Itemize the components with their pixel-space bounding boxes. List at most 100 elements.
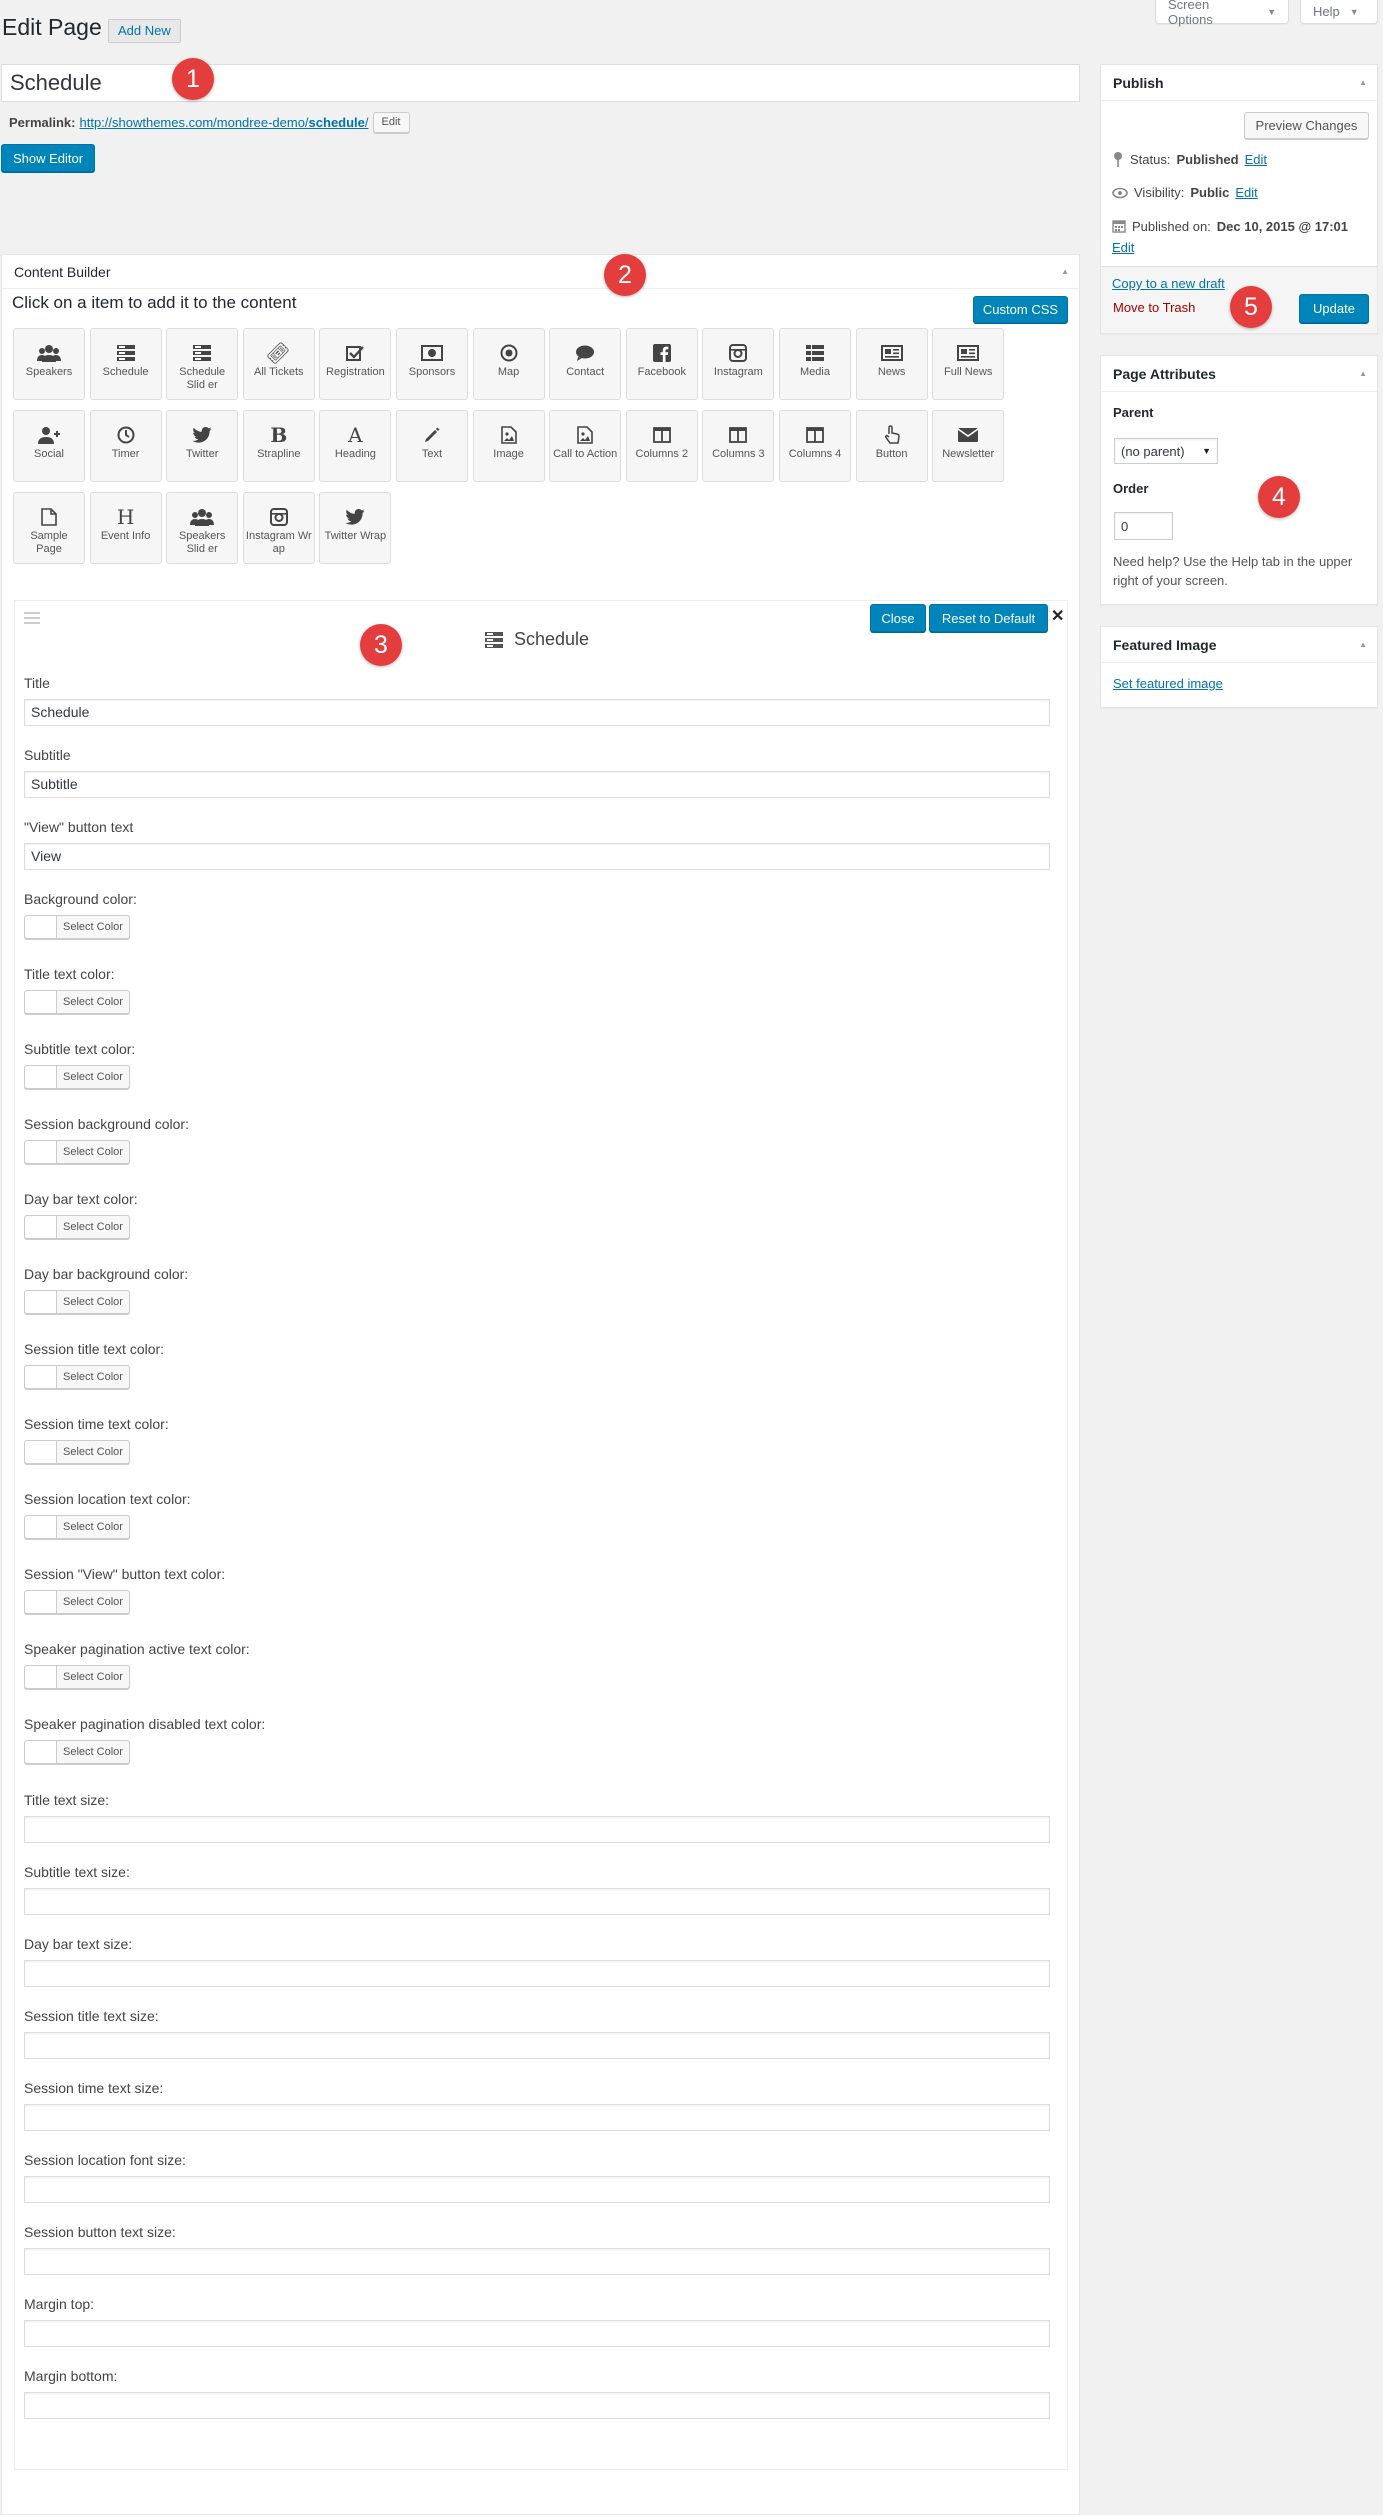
select-color-button[interactable]: Select Color [24, 1515, 130, 1539]
select-color-button[interactable]: Select Color [24, 990, 130, 1014]
size-field-input[interactable] [24, 2248, 1050, 2275]
select-color-button[interactable]: Select Color [24, 1065, 130, 1089]
users-icon [190, 507, 215, 527]
color-field-label: Speaker pagination active text color: [24, 1641, 250, 1657]
builder-item-full-news[interactable]: Full News [932, 328, 1005, 400]
remove-element-icon[interactable]: ✕ [1051, 606, 1064, 626]
select-color-button[interactable]: Select Color [24, 1440, 130, 1464]
published-edit-link[interactable]: Edit [1112, 240, 1134, 255]
text-field-input[interactable]: Schedule [24, 699, 1050, 726]
collapse-arrow-icon[interactable]: ▲ [1359, 640, 1367, 649]
builder-item-speakers[interactable]: Speakers [13, 328, 85, 400]
builder-item-contact[interactable]: Contact [549, 328, 622, 400]
size-field-label: Margin top: [24, 2296, 95, 2312]
reset-default-button[interactable]: Reset to Default [929, 604, 1048, 632]
copy-draft-link[interactable]: Copy to a new draft [1112, 276, 1225, 291]
text-field-input[interactable]: View [24, 843, 1050, 870]
permalink-url[interactable]: http://showthemes.com/mondree-demo/sched… [79, 115, 368, 130]
size-field-input[interactable] [24, 2032, 1050, 2059]
builder-item-twitter[interactable]: Twitter [166, 410, 239, 482]
drag-handle-icon[interactable] [24, 612, 40, 624]
publish-header[interactable]: Publish ▲ [1101, 65, 1377, 101]
select-color-button[interactable]: Select Color [24, 1215, 130, 1239]
size-field-input[interactable] [24, 1816, 1050, 1843]
builder-item-all-tickets[interactable]: 🎟 All Tickets [242, 328, 315, 400]
collapse-arrow-icon[interactable]: ▲ [1359, 78, 1367, 87]
close-panel-button[interactable]: Close [870, 604, 926, 632]
post-title-input[interactable]: Schedule [1, 64, 1080, 102]
select-color-button[interactable]: Select Color [24, 915, 130, 939]
clock-icon [117, 425, 135, 445]
builder-item-label: Columns 4 [788, 448, 842, 460]
size-field-input[interactable] [24, 1960, 1050, 1987]
target-icon [500, 343, 518, 363]
order-input[interactable]: 0 [1114, 512, 1173, 540]
screen-options-button[interactable]: Screen Options ▼ [1155, 0, 1289, 27]
size-field-input[interactable] [24, 2392, 1050, 2419]
permalink-edit-button[interactable]: Edit [372, 112, 410, 133]
add-new-button[interactable]: Add New [108, 19, 181, 43]
builder-item-columns-3[interactable]: Columns 3 [702, 410, 775, 482]
builder-item-text[interactable]: Text [396, 410, 468, 482]
builder-item-map[interactable]: Map [472, 328, 545, 400]
size-field-input[interactable] [24, 2320, 1050, 2347]
visibility-edit-link[interactable]: Edit [1235, 185, 1257, 200]
select-color-button[interactable]: Select Color [24, 1665, 130, 1689]
builder-item-schedule[interactable]: Schedule [89, 328, 162, 400]
builder-item-sponsors[interactable]: Sponsors [396, 328, 468, 400]
builder-item-sample-page[interactable]: Sample Page [13, 492, 85, 564]
builder-item-news[interactable]: News [855, 328, 928, 400]
user-plus-icon [38, 425, 60, 445]
builder-item-instagram[interactable]: Instagram [702, 328, 775, 400]
builder-item-social[interactable]: Social [13, 410, 85, 482]
builder-item-registration[interactable]: Registration [319, 328, 392, 400]
builder-item-image[interactable]: Image [472, 410, 545, 482]
color-swatch [25, 1591, 57, 1613]
select-color-button[interactable]: Select Color [24, 1365, 130, 1389]
custom-css-button[interactable]: Custom CSS [973, 296, 1068, 323]
builder-item-columns-4[interactable]: Columns 4 [779, 410, 851, 482]
page-attributes-help: Need help? Use the Help tab in the upper… [1113, 554, 1353, 588]
builder-item-twitter-wrap[interactable]: Twitter Wrap [319, 492, 392, 564]
color-swatch [25, 1516, 57, 1538]
builder-item-schedule-slid-er[interactable]: Schedule Slid er [166, 328, 239, 400]
builder-item-event-info[interactable]: H Event Info [89, 492, 162, 564]
size-field-input[interactable] [24, 2176, 1050, 2203]
featured-image-header[interactable]: Featured Image ▲ [1101, 627, 1377, 663]
page-attributes-header[interactable]: Page Attributes ▲ [1101, 356, 1377, 392]
page-attributes-title: Page Attributes [1113, 365, 1216, 382]
field-label: "View" button text [24, 819, 134, 835]
collapse-arrow-icon[interactable]: ▲ [1061, 267, 1069, 276]
update-button[interactable]: Update [1299, 294, 1369, 323]
preview-changes-button[interactable]: Preview Changes [1244, 112, 1369, 139]
move-to-trash-link[interactable]: Move to Trash [1113, 300, 1195, 315]
content-builder-header[interactable]: Content Builder ▲ [2, 255, 1079, 289]
builder-item-heading[interactable]: A Heading [319, 410, 392, 482]
builder-item-media[interactable]: Media [779, 328, 851, 400]
select-color-button[interactable]: Select Color [24, 1290, 130, 1314]
builder-item-timer[interactable]: Timer [89, 410, 162, 482]
status-edit-link[interactable]: Edit [1245, 152, 1267, 167]
select-color-label: Select Color [63, 1596, 123, 1608]
builder-item-facebook[interactable]: Facebook [625, 328, 698, 400]
text-field-input[interactable]: Subtitle [24, 771, 1050, 798]
builder-item-speakers-slid-er[interactable]: Speakers Slid er [166, 492, 239, 564]
featured-image-box: Featured Image ▲ [1100, 626, 1378, 708]
parent-select[interactable]: (no parent) ▼ [1114, 438, 1218, 464]
builder-item-button[interactable]: Button [855, 410, 928, 482]
builder-item-strapline[interactable]: B Strapline [242, 410, 315, 482]
help-button[interactable]: Help ▼ [1300, 0, 1378, 24]
show-editor-button[interactable]: Show Editor [1, 144, 95, 172]
builder-item-columns-2[interactable]: Columns 2 [625, 410, 698, 482]
set-featured-image-link[interactable]: Set featured image [1113, 676, 1223, 691]
select-color-button[interactable]: Select Color [24, 1590, 130, 1614]
collapse-arrow-icon[interactable]: ▲ [1359, 369, 1367, 378]
order-label: Order [1113, 481, 1149, 496]
size-field-input[interactable] [24, 1888, 1050, 1915]
select-color-button[interactable]: Select Color [24, 1740, 130, 1764]
builder-item-instagram-wr-ap[interactable]: Instagram Wr ap [242, 492, 315, 564]
builder-item-call-to-action[interactable]: Call to Action [549, 410, 622, 482]
select-color-button[interactable]: Select Color [24, 1140, 130, 1164]
builder-item-newsletter[interactable]: Newsletter [932, 410, 1005, 482]
size-field-input[interactable] [24, 2104, 1050, 2131]
